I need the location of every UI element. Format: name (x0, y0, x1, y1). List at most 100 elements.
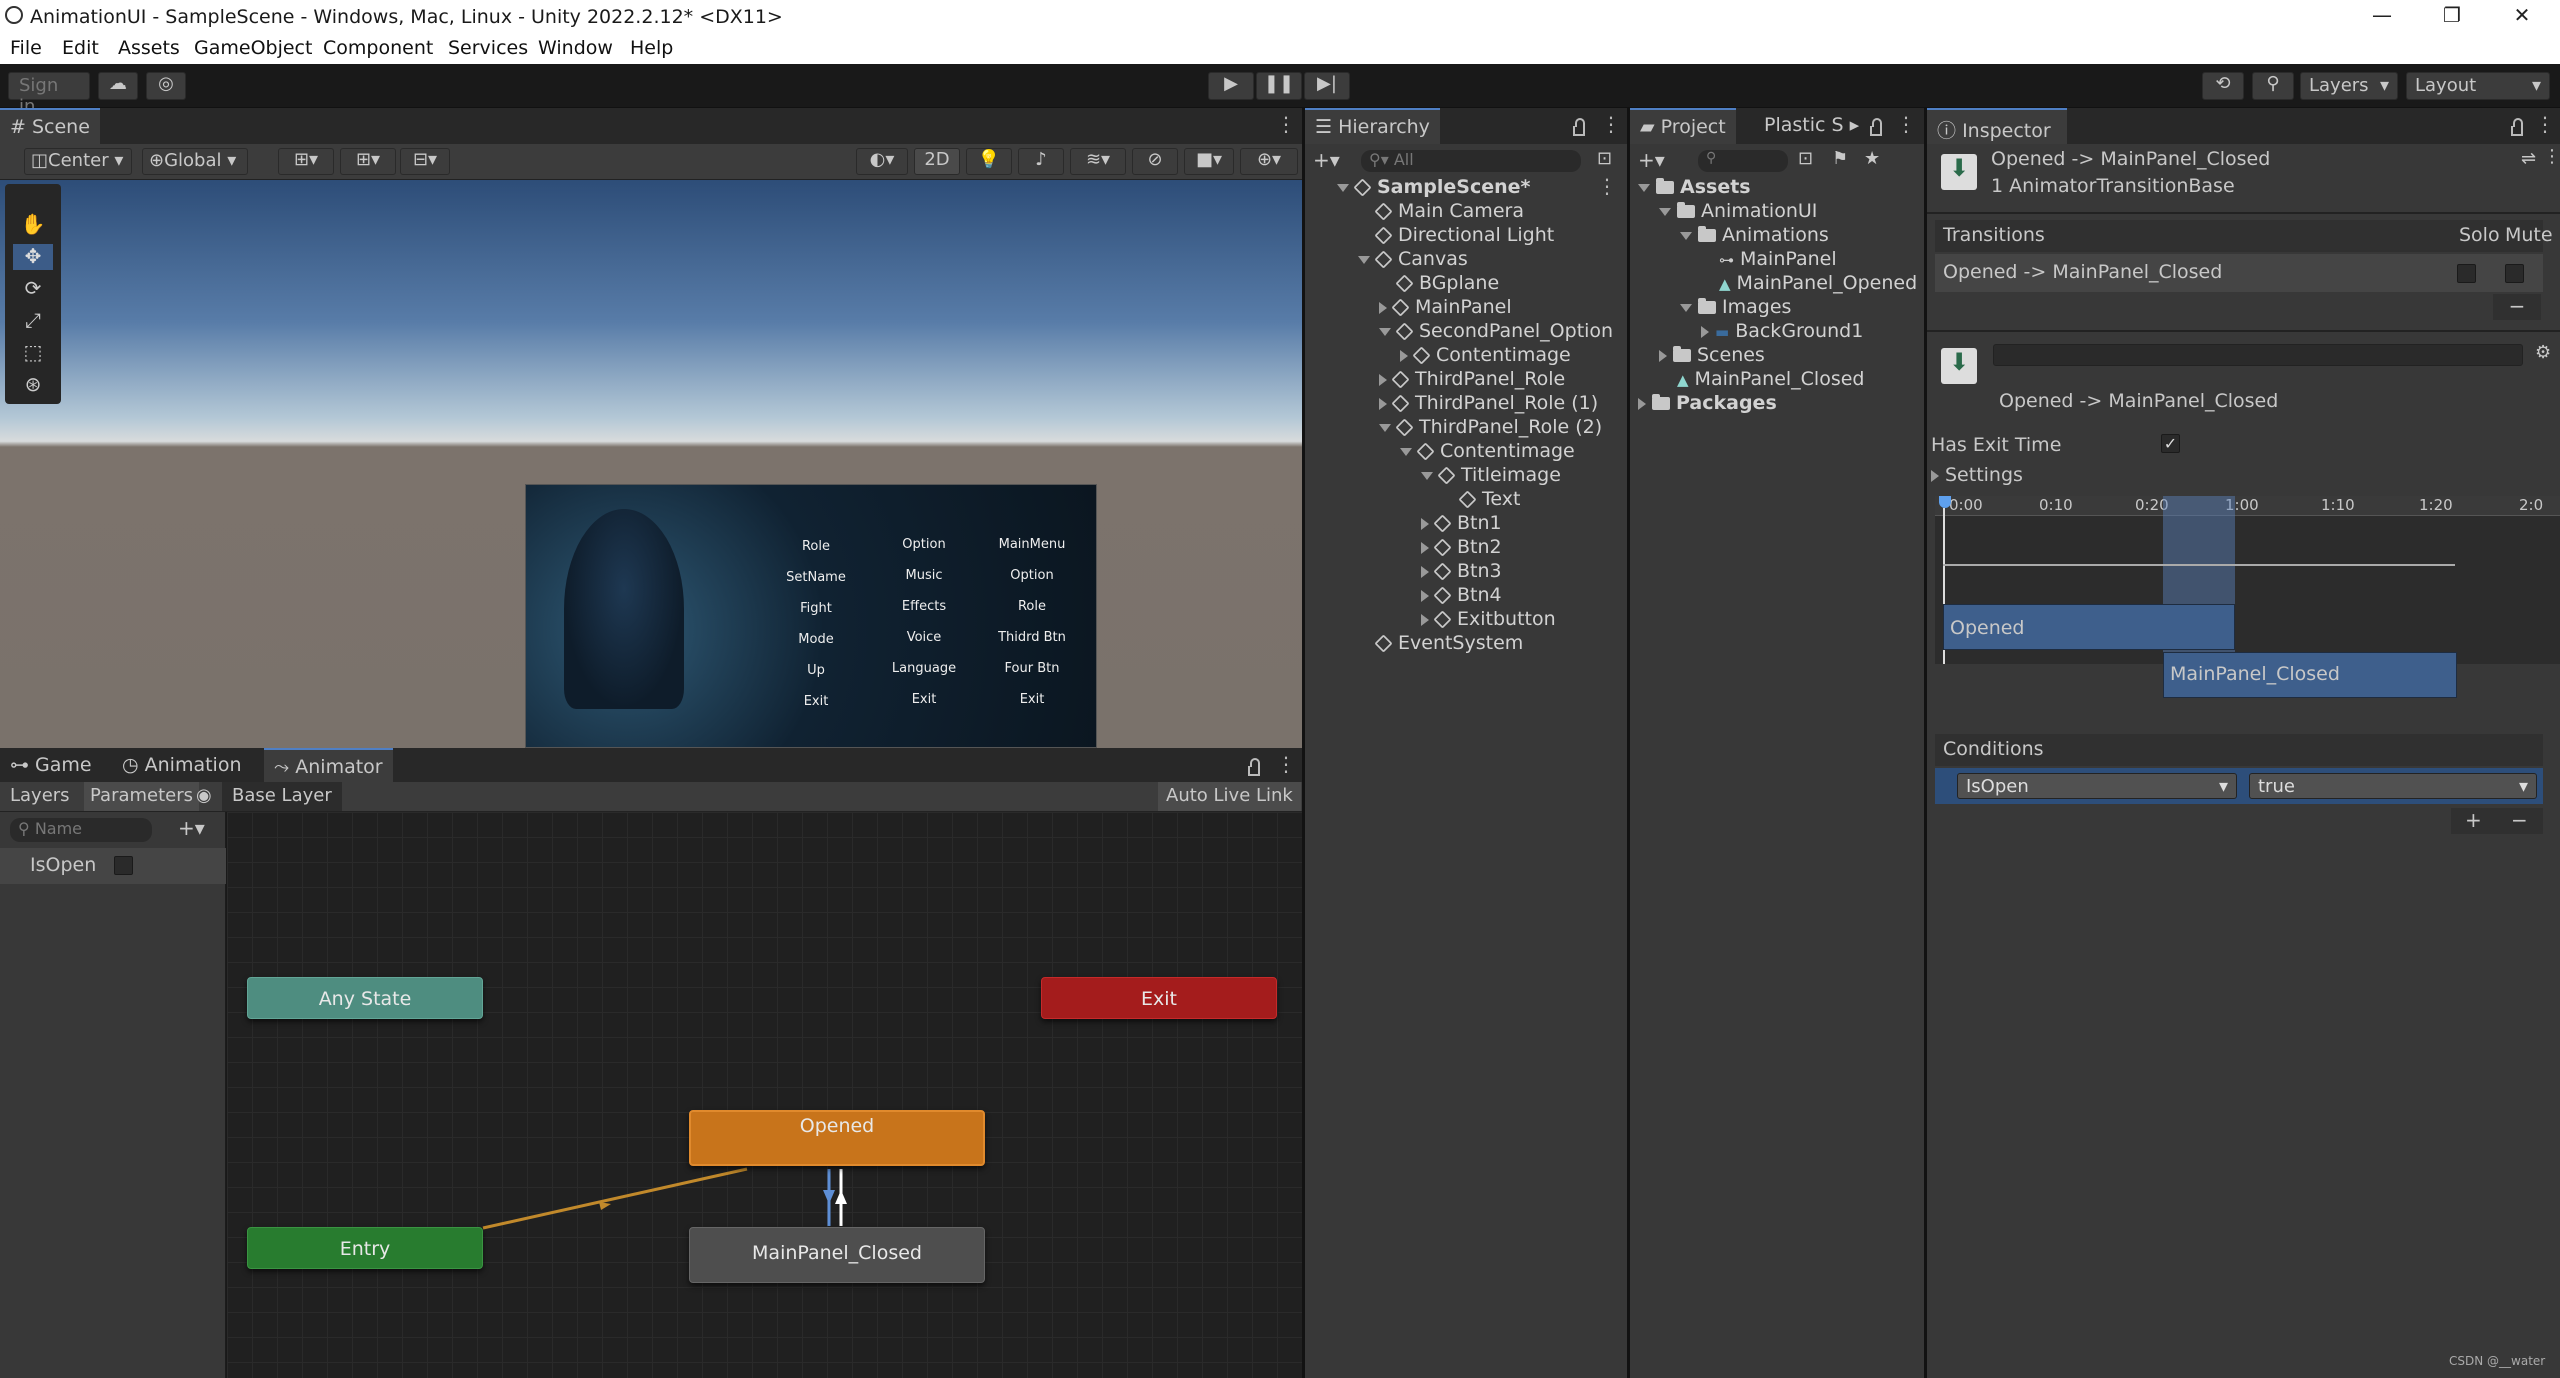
menu-window[interactable]: Window (538, 37, 613, 59)
entry-node[interactable]: Entry (247, 1227, 483, 1269)
lock-icon[interactable] (1248, 758, 1260, 776)
hierarchy-item[interactable]: Btn1 (1421, 512, 1502, 536)
exit-node[interactable]: Exit (1041, 977, 1277, 1019)
collapsed-arrow-icon[interactable] (1659, 349, 1667, 362)
layers-dropdown[interactable]: Layers ▾ (2300, 72, 2398, 100)
project-item[interactable]: Assets (1638, 176, 1751, 200)
menu-edit[interactable]: Edit (62, 37, 99, 59)
clip-closed[interactable]: MainPanel_Closed (2163, 652, 2457, 698)
grid-snap-icon[interactable]: ⊞▾ (278, 148, 334, 175)
opened-node[interactable]: Opened (689, 1110, 985, 1166)
search-by-type-icon[interactable]: ⊡ (1798, 148, 1813, 169)
remove-condition-icon[interactable]: − (2511, 808, 2528, 832)
move-tool-icon[interactable]: ✥ (13, 244, 53, 270)
expanded-arrow-icon[interactable] (1337, 183, 1349, 192)
effects-icon[interactable]: ≋▾ (1070, 148, 1126, 175)
hierarchy-search-input[interactable]: ⚲▾ All (1361, 150, 1581, 172)
hierarchy-item[interactable]: Contentimage (1400, 344, 1571, 368)
pause-icon[interactable]: ❚❚ (1256, 72, 1302, 100)
visibility-icon[interactable]: ⊘ (1132, 148, 1178, 175)
step-icon[interactable]: ▶| (1304, 72, 1350, 100)
hierarchy-item[interactable]: BGplane (1379, 272, 1499, 296)
more-icon[interactable]: ⋮ (1276, 112, 1296, 136)
hierarchy-item[interactable]: Btn3 (1421, 560, 1502, 584)
hierarchy-item[interactable]: Btn4 (1421, 584, 1502, 608)
restore-icon[interactable]: ❐ (2432, 3, 2472, 27)
more-icon[interactable]: ⋮ (1896, 112, 1916, 136)
scene-viewport[interactable]: ✋ ✥ ⟳ ⤢ ⬚ ⊛ Role SetName Fight Mode Up Exit O… (0, 180, 1302, 748)
collapsed-arrow-icon[interactable] (1400, 349, 1408, 362)
play-icon[interactable]: ▶ (1208, 72, 1254, 100)
gear-icon[interactable]: ⚙ (2535, 342, 2551, 363)
collapsed-arrow-icon[interactable] (1701, 325, 1709, 338)
expanded-arrow-icon[interactable] (1638, 183, 1650, 192)
expanded-arrow-icon[interactable] (1400, 447, 1412, 456)
expanded-arrow-icon[interactable] (1680, 231, 1692, 240)
lock-icon[interactable] (2511, 118, 2523, 136)
gizmos-icon[interactable]: ⊕▾ (1240, 148, 1298, 175)
shading-icon[interactable]: ◐▾ (856, 148, 908, 175)
project-item[interactable]: Scenes (1659, 344, 1765, 368)
clip-opened[interactable]: Opened (1943, 604, 2235, 650)
layout-dropdown[interactable]: Layout ▾ (2406, 72, 2550, 100)
camera-icon[interactable]: ■▾ (1184, 148, 1234, 175)
collapsed-arrow-icon[interactable] (1421, 541, 1429, 554)
menu-services[interactable]: Services (448, 37, 528, 59)
hierarchy-item[interactable]: MainPanel (1379, 296, 1512, 320)
collapsed-arrow-icon[interactable] (1638, 397, 1646, 410)
rotate-tool-icon[interactable]: ⟳ (13, 276, 53, 302)
hierarchy-item[interactable]: SecondPanel_Option (1379, 320, 1613, 344)
sliders-icon[interactable]: ⇌ (2521, 148, 2536, 169)
collapsed-arrow-icon[interactable] (1379, 397, 1387, 410)
collapsed-arrow-icon[interactable] (1421, 589, 1429, 602)
collapsed-arrow-icon[interactable] (1379, 373, 1387, 386)
tab-project[interactable]: ▰ Project (1630, 108, 1736, 144)
collapsed-arrow-icon[interactable] (1421, 613, 1429, 626)
expanded-arrow-icon[interactable] (1379, 423, 1391, 432)
transition-row[interactable]: Opened -> MainPanel_Closed (1935, 254, 2543, 292)
cloud-icon[interactable]: ☁ (98, 72, 138, 100)
add-param-icon[interactable]: +▾ (178, 816, 205, 840)
collapsed-arrow-icon[interactable] (1421, 565, 1429, 578)
more-icon[interactable]: ⋮ (1276, 752, 1296, 776)
project-item[interactable]: ⊶ MainPanel (1701, 248, 1837, 272)
parameters-tab[interactable]: Parameters (84, 782, 200, 811)
mute-checkbox[interactable] (2505, 264, 2524, 283)
signin-button[interactable]: Sign in (8, 72, 90, 117)
toggle-2d-button[interactable]: 2D (914, 148, 960, 175)
close-icon[interactable]: ✕ (2502, 3, 2542, 27)
search-icon[interactable]: ⚲ (2252, 72, 2294, 100)
more-icon[interactable]: ⋮ (2543, 146, 2560, 167)
history-icon[interactable]: ⟲ (2202, 72, 2244, 100)
project-item[interactable]: AnimationUI (1659, 200, 1817, 224)
tab-scene[interactable]: # Scene (0, 108, 100, 144)
audio-icon[interactable]: ♪ (1018, 148, 1064, 175)
tab-plastic[interactable]: Plastic S ▸ (1754, 108, 1869, 144)
lighting-icon[interactable]: 💡 (966, 148, 1012, 175)
add-object-icon[interactable]: +▾ (1313, 148, 1340, 172)
auto-live-link-button[interactable]: Auto Live Link (1158, 782, 1301, 811)
hand-tool-icon[interactable]: ✋ (13, 212, 53, 238)
transition-timeline[interactable]: 0:00 0:10 0:20 1:00 1:10 1:20 2:0 Opened… (1935, 496, 2560, 698)
hierarchy-item[interactable]: Btn2 (1421, 536, 1502, 560)
hierarchy-item[interactable]: Exitbutton (1421, 608, 1556, 632)
hierarchy-item[interactable]: Main Camera (1358, 200, 1524, 224)
hierarchy-item[interactable]: Directional Light (1358, 224, 1554, 248)
rect-tool-icon[interactable]: ⬚ (13, 340, 53, 366)
has-exit-time-checkbox[interactable]: ✓ (2161, 434, 2180, 453)
lock-icon[interactable] (1870, 118, 1882, 136)
pivot-dropdown[interactable]: ◫Center ▾ (24, 148, 132, 175)
increment-snap-icon[interactable]: ⊞▾ (340, 148, 396, 175)
menu-gameobject[interactable]: GameObject (194, 37, 312, 59)
lock-icon[interactable] (1573, 118, 1585, 136)
remove-transition-icon[interactable]: − (2493, 294, 2541, 320)
condition-value-dropdown[interactable]: true ▾ (2249, 773, 2537, 799)
minimize-icon[interactable]: — (2362, 3, 2402, 27)
project-item[interactable]: Animations (1680, 224, 1829, 248)
settings-foldout[interactable]: Settings (1931, 464, 2023, 486)
transform-tool-icon[interactable]: ⊛ (13, 372, 53, 398)
project-item[interactable]: ▲ MainPanel_Opened (1701, 272, 1917, 296)
tab-animator[interactable]: ⤳ Animator (264, 748, 393, 782)
param-checkbox[interactable] (114, 856, 133, 875)
collapsed-arrow-icon[interactable] (1379, 301, 1387, 314)
